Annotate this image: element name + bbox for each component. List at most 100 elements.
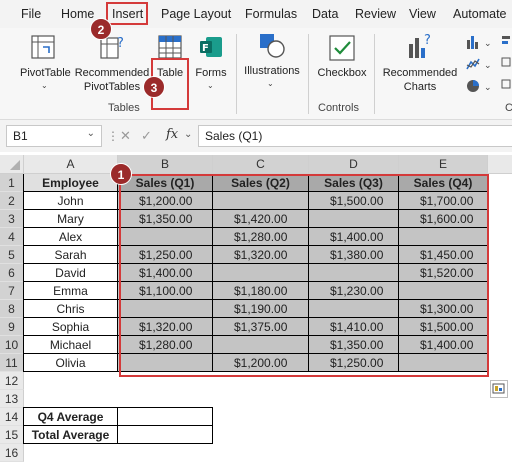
chevron-down-icon[interactable]: ⌄ (87, 128, 95, 139)
menu-automate[interactable]: Automate (453, 7, 507, 21)
row-header[interactable]: 1 (0, 174, 24, 192)
row-header[interactable]: 5 (0, 246, 24, 264)
menu-data[interactable]: Data (312, 7, 338, 21)
row-header[interactable]: 2 (0, 192, 24, 210)
forms-button[interactable]: F (198, 34, 224, 60)
checkbox-button[interactable] (328, 34, 356, 62)
group-tables-label: Tables (108, 102, 140, 114)
name-box[interactable]: B1 ⌄ (6, 125, 102, 147)
employee-cell[interactable]: Emma (24, 282, 118, 300)
bar-chart-icon (501, 36, 511, 89)
menu-file[interactable]: File (21, 7, 41, 21)
group-controls-label: Controls (318, 102, 359, 114)
row-header[interactable]: 10 (0, 336, 24, 354)
chevron-down-icon[interactable]: ⌄ (41, 81, 48, 90)
employee-cell[interactable]: Michael (24, 336, 118, 354)
more-charts-button[interactable] (500, 34, 512, 94)
illustrations-label: Illustrations (244, 65, 300, 77)
row-header[interactable]: 3 (0, 210, 24, 228)
enter-icon[interactable]: ✓ (141, 128, 152, 144)
column-header-f[interactable] (488, 155, 512, 174)
svg-text:F: F (202, 43, 209, 54)
row-header[interactable]: 8 (0, 300, 24, 318)
q4-average-label[interactable]: Q4 Average (24, 408, 118, 426)
recommended-charts-icon: ? (409, 33, 431, 58)
svg-text:?: ? (117, 36, 124, 51)
row-header[interactable]: 4 (0, 228, 24, 246)
column-header-c[interactable]: C (213, 155, 309, 174)
total-average-label[interactable]: Total Average (24, 426, 118, 444)
employee-cell[interactable]: Mary (24, 210, 118, 228)
pivot-table-icon (31, 35, 55, 59)
row-header[interactable]: 12 (0, 372, 24, 390)
column-chart-button[interactable]: ⌄ (466, 34, 494, 50)
row-header[interactable]: 16 (0, 444, 24, 462)
chevron-down-icon[interactable]: ⌄ (184, 129, 192, 140)
row-header[interactable]: 6 (0, 264, 24, 282)
summary-top-border (24, 407, 213, 408)
quick-analysis-button[interactable] (490, 380, 508, 398)
selection-highlight-box (119, 174, 489, 377)
svg-text:⌄: ⌄ (484, 39, 492, 49)
table-left-border (23, 174, 24, 372)
chevron-down-icon[interactable]: ⌄ (267, 79, 274, 88)
recommended-charts-label-1: Recommended (382, 67, 458, 79)
employee-cell[interactable]: Sophia (24, 318, 118, 336)
row-header[interactable]: 11 (0, 354, 24, 372)
cancel-icon[interactable]: ✕ (120, 128, 131, 144)
recommended-pivot-label-1: Recommended (74, 67, 150, 79)
line-chart-button[interactable]: ⌄ (466, 56, 494, 72)
forms-icon: F (200, 37, 222, 57)
menu-formulas[interactable]: Formulas (245, 7, 297, 21)
step-badge-2: 2 (90, 18, 112, 40)
pivot-table-button[interactable] (30, 34, 56, 60)
menu-page-layout[interactable]: Page Layout (161, 7, 231, 21)
row-header[interactable]: 14 (0, 408, 24, 426)
column-header-b[interactable]: B (118, 155, 213, 174)
line-chart-icon: ⌄ (466, 58, 492, 71)
illustrations-button[interactable] (258, 32, 286, 60)
total-average-value[interactable] (118, 426, 213, 444)
employee-cell[interactable]: David (24, 264, 118, 282)
recommended-pivot-label-2: PivotTables (83, 81, 141, 93)
pie-chart-button[interactable]: ⌄ (466, 78, 494, 94)
svg-text:⌄: ⌄ (484, 83, 492, 93)
menu-bar: File Home Insert Page Layout Formulas Da… (0, 0, 512, 28)
checkbox-label: Checkbox (317, 67, 367, 79)
formula-input[interactable]: Sales (Q1) (198, 125, 512, 147)
menu-review[interactable]: Review (355, 7, 396, 21)
group-charts-label: C (505, 102, 512, 114)
row-header[interactable]: 15 (0, 426, 24, 444)
table-header-cell[interactable]: Employee (24, 174, 118, 192)
ribbon-separator (308, 34, 309, 114)
step-badge-3: 3 (143, 76, 165, 98)
employee-cell[interactable]: Olivia (24, 354, 118, 372)
column-header-e[interactable]: E (399, 155, 488, 174)
more-options-icon[interactable]: ⋮ (107, 129, 119, 143)
function-icon[interactable]: fx (166, 127, 178, 142)
name-box-value: B1 (13, 129, 28, 143)
chevron-down-icon[interactable]: ⌄ (207, 81, 214, 90)
q4-average-value[interactable] (118, 408, 213, 426)
employee-cell[interactable]: Chris (24, 300, 118, 318)
employee-cell[interactable]: Sarah (24, 246, 118, 264)
column-header-d[interactable]: D (309, 155, 399, 174)
row-header[interactable]: 13 (0, 390, 24, 408)
menu-view[interactable]: View (409, 7, 436, 21)
table-icon (158, 35, 182, 59)
employee-cell[interactable]: John (24, 192, 118, 210)
formula-bar: B1 ⌄ ⋮ ✕ ✓ fx ⌄ Sales (Q1) (0, 120, 512, 152)
menu-home[interactable]: Home (61, 7, 94, 21)
table-button[interactable] (157, 34, 183, 60)
svg-text:⌄: ⌄ (484, 61, 492, 71)
select-all-corner[interactable] (0, 155, 24, 174)
employee-cell[interactable]: Alex (24, 228, 118, 246)
recommended-charts-button[interactable]: ? (406, 32, 434, 60)
column-header-a[interactable]: A (24, 155, 118, 174)
svg-text:?: ? (424, 33, 431, 48)
illustrations-icon (260, 34, 285, 58)
row-header[interactable]: 9 (0, 318, 24, 336)
row-header[interactable]: 7 (0, 282, 24, 300)
insert-highlight-box (106, 2, 148, 25)
checkbox-icon (329, 35, 355, 61)
